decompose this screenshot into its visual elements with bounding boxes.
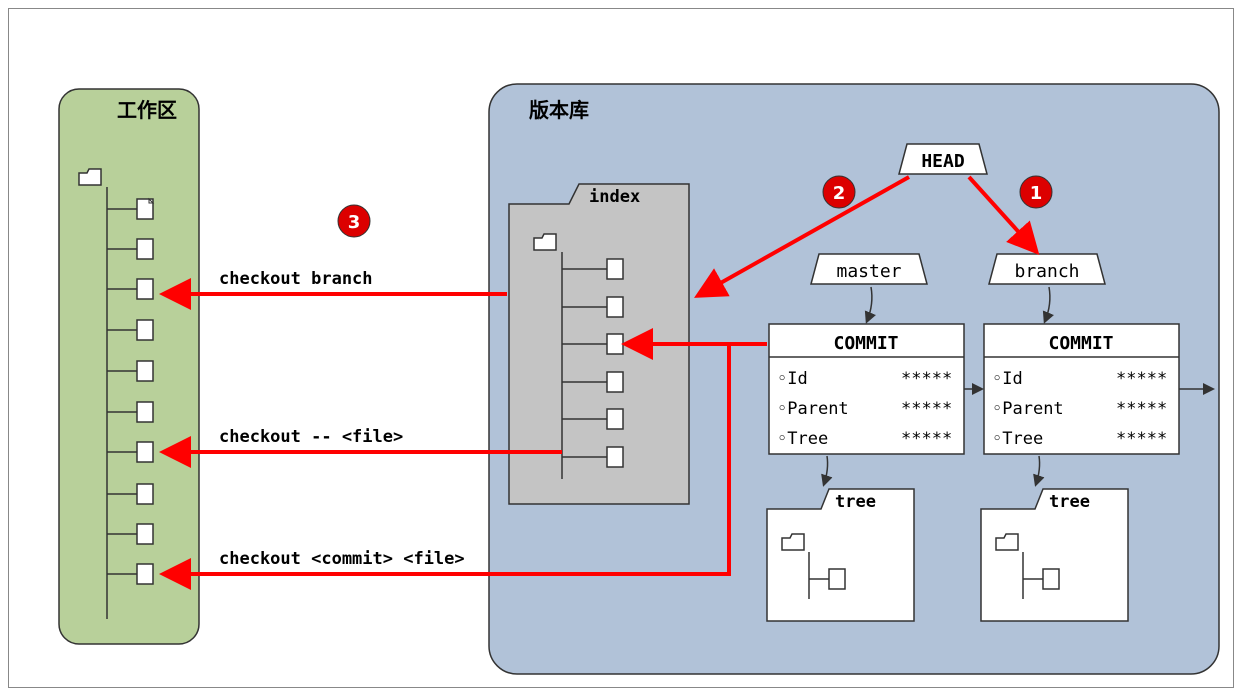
label-checkout-commit-file: checkout <commit> <file> bbox=[219, 549, 465, 569]
tree-box-right: tree bbox=[981, 489, 1128, 621]
commit-box-right: COMMIT ◦Id ***** ◦Parent ***** ◦Tree ***… bbox=[984, 324, 1179, 454]
branch-label: branch bbox=[1014, 261, 1079, 282]
diagram-frame: 工作区 版本库 index HEAD master bbox=[8, 8, 1234, 688]
repository-title: 版本库 bbox=[529, 98, 589, 122]
svg-text:2: 2 bbox=[833, 183, 846, 204]
svg-text:*****: ***** bbox=[1116, 369, 1167, 389]
svg-text:◦Id: ◦Id bbox=[777, 369, 808, 389]
svg-text:*****: ***** bbox=[901, 369, 952, 389]
index-label: index bbox=[589, 187, 640, 207]
svg-text:*****: ***** bbox=[901, 399, 952, 419]
svg-text:◦Parent: ◦Parent bbox=[992, 399, 1064, 419]
working-area-title: 工作区 bbox=[117, 98, 177, 122]
tree-box-left: tree bbox=[767, 489, 914, 621]
master-label: master bbox=[836, 261, 901, 282]
svg-text:COMMIT: COMMIT bbox=[833, 333, 898, 354]
svg-text:◦Tree: ◦Tree bbox=[992, 429, 1043, 449]
svg-text:*****: ***** bbox=[1116, 429, 1167, 449]
svg-text:1: 1 bbox=[1030, 183, 1043, 204]
svg-text:*****: ***** bbox=[1116, 399, 1167, 419]
head-label: HEAD bbox=[921, 151, 965, 172]
svg-text:◦Parent: ◦Parent bbox=[777, 399, 849, 419]
svg-text:tree: tree bbox=[835, 492, 876, 512]
svg-text:◦Tree: ◦Tree bbox=[777, 429, 828, 449]
svg-text:◦Id: ◦Id bbox=[992, 369, 1023, 389]
label-checkout-branch: checkout branch bbox=[219, 269, 373, 289]
commit-box-left: COMMIT ◦Id ***** ◦Parent ***** ◦Tree ***… bbox=[769, 324, 964, 454]
label-checkout-file: checkout -- <file> bbox=[219, 427, 403, 447]
svg-text:COMMIT: COMMIT bbox=[1048, 333, 1113, 354]
svg-text:tree: tree bbox=[1049, 492, 1090, 512]
svg-text:3: 3 bbox=[348, 212, 361, 233]
svg-text:*****: ***** bbox=[901, 429, 952, 449]
